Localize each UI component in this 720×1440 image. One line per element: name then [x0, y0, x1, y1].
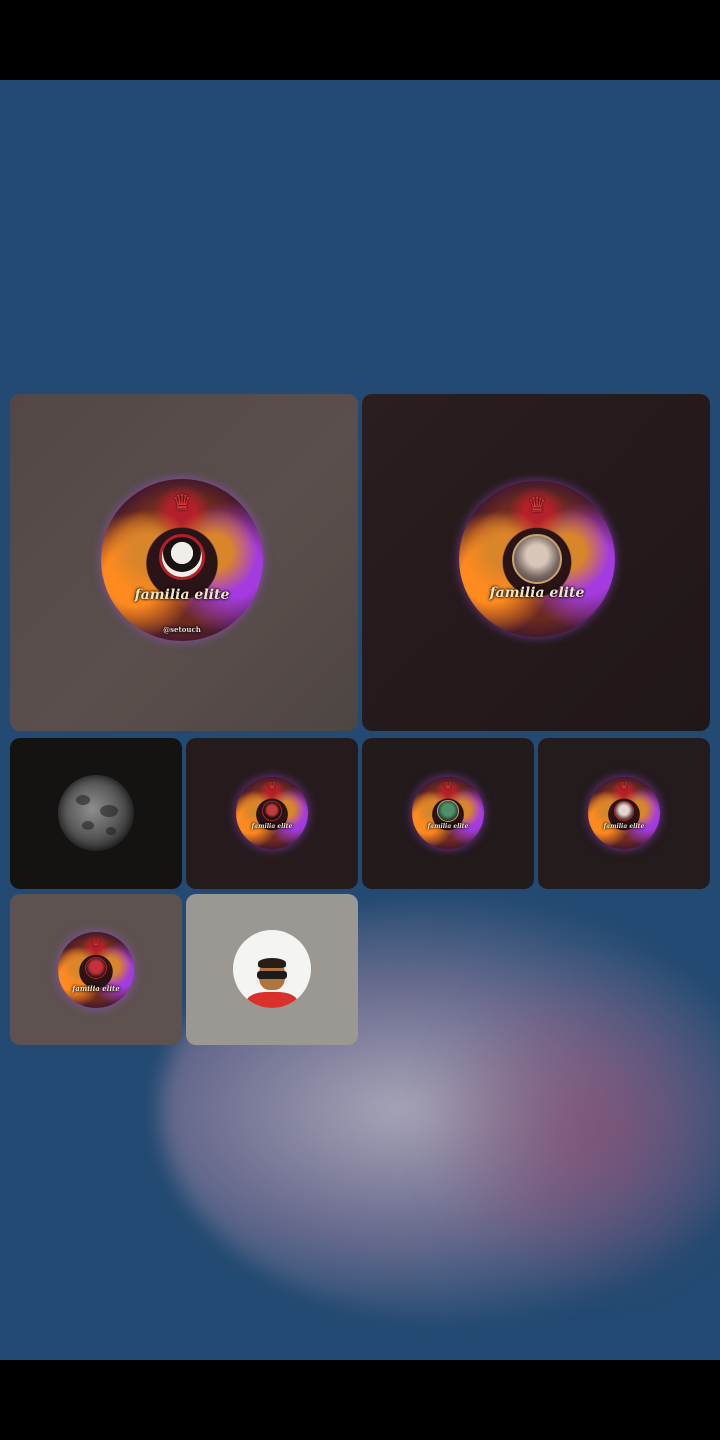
crown-icon: ♛: [443, 781, 453, 792]
crest-avatar: ♛ familia elite: [459, 481, 615, 637]
moon-avatar: [58, 775, 134, 851]
call-grid-background: ♛ familia elite @setouch ♛ familia elite…: [0, 80, 720, 1360]
moon-crater: [100, 805, 118, 817]
moon-crater: [76, 795, 90, 805]
crest-avatar: ♛ familia elite: [412, 777, 484, 849]
profile-photo: [85, 957, 107, 979]
person-shirt: [247, 992, 297, 1008]
crest-title: familia elite: [489, 585, 585, 601]
crown-icon: ♛: [527, 493, 547, 517]
crown-icon: ♛: [267, 781, 277, 792]
crest-title: familia elite: [134, 587, 230, 603]
crest-avatar: ♛ familia elite: [58, 932, 134, 1008]
moon-crater: [82, 821, 94, 830]
profile-photo: [262, 801, 282, 821]
crest-title: familia elite: [72, 984, 120, 993]
crest-caption: @setouch: [163, 625, 201, 634]
crest-avatar: ♛ familia elite: [236, 777, 308, 849]
crest-title: familia elite: [251, 823, 293, 830]
moon-crater: [106, 827, 116, 835]
profile-photo: [437, 800, 459, 822]
crest-avatar: ♛ familia elite @setouch: [101, 479, 263, 641]
crest-avatar: ♛ familia elite: [588, 777, 660, 849]
crest-title: familia elite: [603, 823, 645, 830]
profile-photo: [614, 801, 634, 821]
person-hair: [258, 958, 286, 968]
person-avatar: [233, 930, 311, 1008]
sunglasses-icon: [257, 971, 287, 979]
crown-icon: ♛: [91, 936, 101, 949]
status-bar-area: [0, 0, 720, 80]
navigation-bar-area: [0, 1360, 720, 1440]
crest-title: familia elite: [427, 823, 469, 830]
crown-icon: ♛: [619, 781, 629, 792]
profile-photo: [159, 534, 205, 580]
crown-icon: ♛: [172, 491, 192, 516]
profile-photo: [512, 534, 562, 584]
